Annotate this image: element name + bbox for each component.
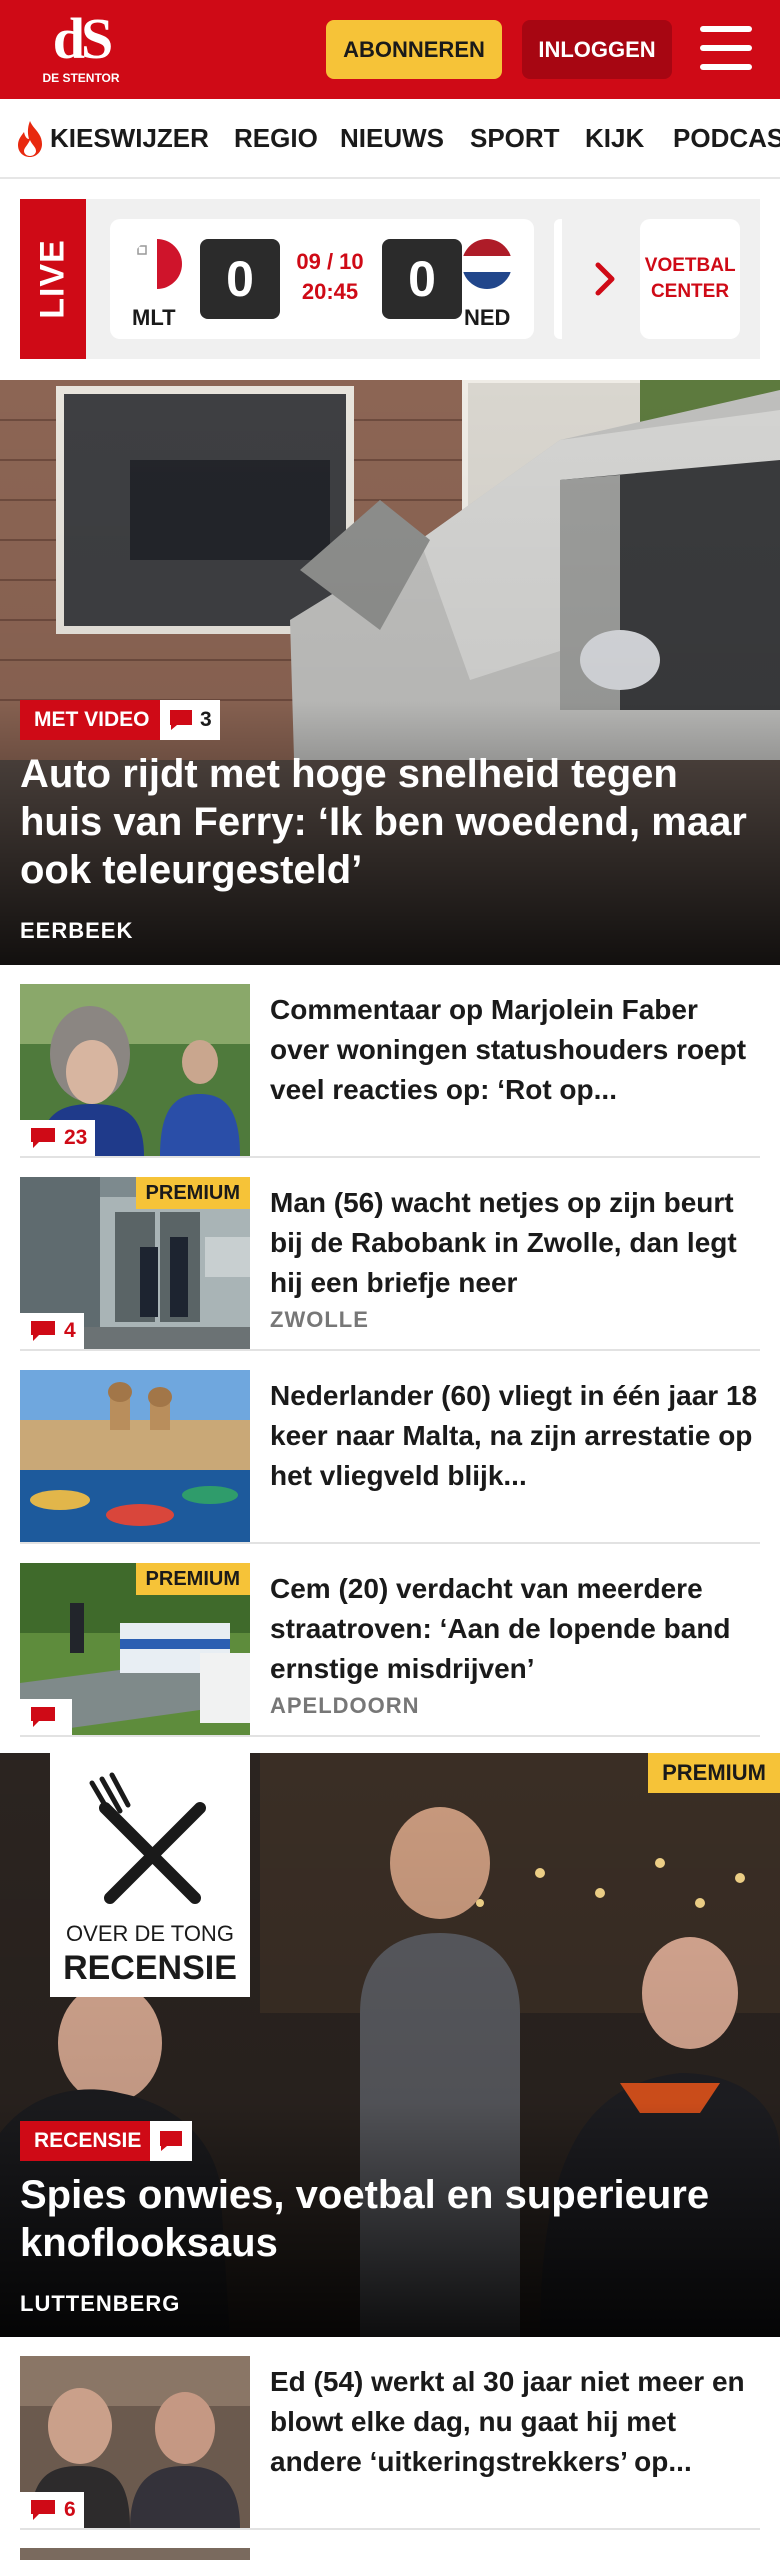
comment-count[interactable]: 4: [20, 1313, 84, 1349]
feature-article[interactable]: OVER DE TONG RECENSIE PREMIUM RECENSIE S…: [0, 1753, 780, 2337]
list-item[interactable]: Nederlander (60) vliegt in één jaar 18 k…: [20, 1370, 760, 1544]
comment-count[interactable]: 23: [20, 1120, 96, 1156]
login-button[interactable]: INLOGGEN: [522, 20, 672, 79]
match-date: 09 / 10: [296, 249, 364, 274]
comment-icon: [160, 2131, 182, 2151]
hero-kicker: EERBEEK: [20, 918, 134, 943]
match-time: 20:45: [301, 279, 359, 304]
flame-icon: [18, 121, 42, 157]
site-header: dS DE STENTOR ABONNEREN INLOGGEN: [0, 0, 780, 99]
nav-item-kijk[interactable]: KIJK: [585, 123, 644, 154]
netherlands-flag-icon: [462, 239, 512, 289]
comment-number: 4: [64, 1319, 76, 1342]
live-score-bar: LIVE MLT 0 09 / 10 20:45 0 NED VOETBAL C…: [20, 199, 760, 359]
article-title[interactable]: Commentaar op Marjolein Faber over wonin…: [270, 990, 760, 1110]
article-thumbnail: PREMIUM: [20, 1563, 250, 1735]
list-item[interactable]: PREMIUM Cem (20) verdacht van meerdere s…: [20, 1563, 760, 1737]
article-title[interactable]: Ed (54) werkt al 30 jaar niet meer en bl…: [270, 2362, 760, 2482]
comment-icon: [31, 1321, 55, 1341]
feature-title[interactable]: Spies onwies, voetbal en superieure knof…: [20, 2171, 760, 2267]
article-thumbnail: 23: [20, 984, 250, 1156]
comment-icon: [31, 1128, 55, 1148]
home-score: 0: [200, 239, 280, 319]
comment-count[interactable]: 6: [20, 2492, 84, 2528]
chevron-right-icon[interactable]: [594, 261, 618, 297]
next-article-thumbnail: [20, 2548, 250, 2560]
logo-line-2: RECENSIE: [63, 1949, 237, 1987]
list-item[interactable]: 6 Ed (54) werkt al 30 jaar niet meer en …: [20, 2356, 760, 2530]
nav-item-sport[interactable]: SPORT: [470, 123, 560, 154]
away-team-code: NED: [464, 305, 511, 330]
comment-number: 6: [64, 2498, 76, 2521]
premium-badge: PREMIUM: [135, 1177, 250, 1209]
article-kicker: ZWOLLE: [270, 1307, 369, 1332]
comment-icon: [170, 710, 192, 730]
premium-badge: PREMIUM: [648, 1753, 780, 1793]
hero-article[interactable]: MET VIDEO 3 Auto rijdt met hoge snelheid…: [0, 380, 780, 965]
hero-comment-count[interactable]: 3: [160, 700, 220, 740]
list-item[interactable]: 23 Commentaar op Marjolein Faber over wo…: [20, 984, 760, 1158]
article-title[interactable]: Cem (20) verdacht van meerdere straatrov…: [270, 1569, 760, 1689]
feature-kicker: LUTTENBERG: [20, 2291, 181, 2316]
away-score: 0: [382, 239, 462, 319]
live-tag: LIVE: [20, 199, 86, 359]
comment-number: 23: [64, 1126, 88, 1149]
recensie-badge: RECENSIE: [20, 2121, 156, 2161]
logo-line-1: OVER DE TONG: [66, 1921, 234, 1946]
article-thumbnail: PREMIUM 4: [20, 1177, 250, 1349]
main-nav: KIESWIJZER REGIO NIEUWS SPORT KIJK PODCA…: [0, 99, 780, 179]
video-badge: MET VIDEO: [20, 700, 164, 740]
live-label: LIVE: [33, 239, 72, 319]
article-kicker: APELDOORN: [270, 1693, 420, 1718]
feature-comment-count[interactable]: [150, 2121, 192, 2161]
voetbal-center-button[interactable]: VOETBAL CENTER: [640, 219, 740, 339]
comment-icon: [31, 2500, 55, 2520]
premium-badge: PREMIUM: [135, 1563, 250, 1595]
logo-mark: dS: [52, 6, 114, 71]
fork-knife-icon: [89, 1772, 206, 1904]
nav-item-regio[interactable]: REGIO: [234, 123, 318, 154]
list-item[interactable]: PREMIUM 4 Man (56) wacht netjes op zijn …: [20, 1177, 760, 1351]
match-datetime: 09 / 10 20:45: [290, 247, 370, 307]
nav-item-nieuws[interactable]: NIEUWS: [340, 123, 444, 154]
article-thumbnail: [20, 1370, 250, 1542]
comment-count[interactable]: [20, 1699, 72, 1735]
hamburger-menu-icon[interactable]: [700, 26, 752, 70]
article-thumbnail: 6: [20, 2356, 250, 2528]
site-logo[interactable]: dS DE STENTOR: [22, 10, 140, 94]
nav-item-kieswijzer[interactable]: KIESWIJZER: [50, 123, 209, 154]
logo-text: DE STENTOR: [42, 71, 120, 85]
malta-flag-icon: [132, 239, 182, 289]
hero-title[interactable]: Auto rijdt met hoge snelheid tegen huis …: [20, 750, 760, 894]
nav-item-podcast[interactable]: PODCAS: [673, 123, 780, 154]
over-de-tong-logo: OVER DE TONG RECENSIE: [50, 1753, 250, 1997]
home-team-code: MLT: [132, 305, 176, 330]
article-title[interactable]: Man (56) wacht netjes op zijn beurt bij …: [270, 1183, 760, 1303]
next-match-card[interactable]: [554, 219, 562, 339]
hero-comment-number: 3: [200, 708, 212, 731]
match-card[interactable]: MLT 0 09 / 10 20:45 0 NED: [110, 219, 534, 339]
article-title[interactable]: Nederlander (60) vliegt in één jaar 18 k…: [270, 1376, 760, 1496]
comment-icon: [31, 1707, 55, 1727]
subscribe-button[interactable]: ABONNEREN: [326, 20, 502, 79]
